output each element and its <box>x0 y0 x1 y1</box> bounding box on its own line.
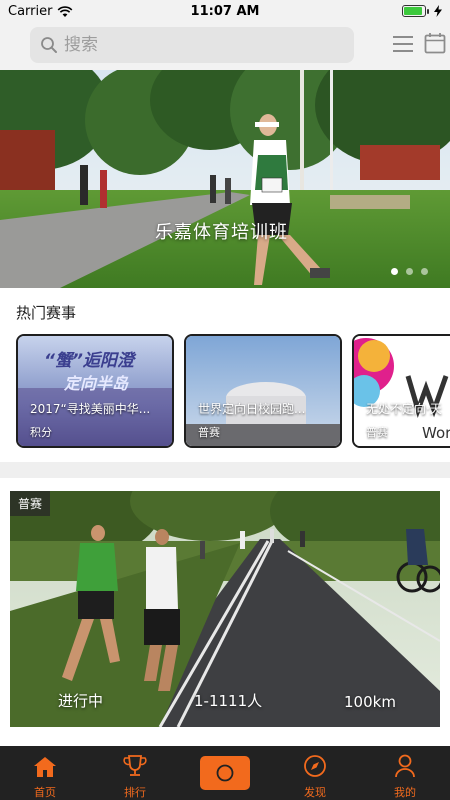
poster-wordmark: World <box>422 424 450 442</box>
poster-headline: “蟹”逅阳澄 <box>44 351 134 371</box>
search-icon <box>41 37 57 53</box>
carousel-dot[interactable] <box>406 268 413 275</box>
banner-image <box>0 70 450 288</box>
event-participants: 1-1111人 <box>194 692 263 710</box>
user-icon <box>395 754 415 778</box>
banner-carousel[interactable]: 乐嘉体育培训班 <box>0 70 450 288</box>
tab-label: 发现 <box>304 786 326 799</box>
bottom-tab-bar: 首页 排行 发现 我的 <box>0 746 450 800</box>
trophy-icon <box>123 755 147 776</box>
featured-event-card[interactable]: 普赛 进行中 1-1111人 100km <box>10 491 440 727</box>
status-bar: Carrier 11:07 AM <box>0 0 450 24</box>
calendar-icon[interactable] <box>424 32 446 54</box>
record-button[interactable] <box>200 756 250 790</box>
tab-profile[interactable]: 我的 <box>360 746 450 800</box>
event-tag: 普赛 <box>198 426 220 439</box>
battery-icon <box>402 5 429 17</box>
tab-home[interactable]: 首页 <box>0 746 90 800</box>
status-time: 11:07 AM <box>190 4 260 19</box>
tab-label: 我的 <box>394 786 416 799</box>
event-tag: 普赛 <box>366 426 388 439</box>
event-name: 2017“寻找美丽中华... <box>30 402 151 416</box>
record-button-icon <box>216 764 234 782</box>
tab-label: 首页 <box>34 786 56 799</box>
header <box>0 24 450 70</box>
featured-event-badge: 普赛 <box>10 491 51 516</box>
search-input[interactable] <box>64 35 324 55</box>
carousel-indicators <box>391 268 428 275</box>
event-card[interactable]: World 无处不定向·天 普赛 <box>352 334 450 448</box>
event-name: 世界定向日校园跑... <box>198 402 306 416</box>
hot-events-list: “蟹”逅阳澄 定向半岛 2017“寻找美丽中华... 积分 世界定向日校园跑..… <box>16 334 450 450</box>
tab-ranking[interactable]: 排行 <box>90 746 180 800</box>
home-icon <box>34 757 56 777</box>
carousel-dot[interactable] <box>391 268 398 275</box>
event-status: 进行中 <box>58 692 104 710</box>
tab-label: 排行 <box>124 786 146 799</box>
event-distance: 100km <box>344 693 396 711</box>
banner-title: 乐嘉体育培训班 <box>155 222 288 243</box>
compass-icon <box>304 755 326 777</box>
poster-headline-2: 定向半岛 <box>64 374 129 393</box>
search-bar[interactable] <box>30 27 354 63</box>
menu-icon[interactable] <box>392 34 414 54</box>
hot-events-title: 热门赛事 <box>16 304 77 322</box>
event-card[interactable]: 世界定向日校园跑... 普赛 <box>184 334 342 448</box>
tab-discover[interactable]: 发现 <box>270 746 360 800</box>
event-card[interactable]: “蟹”逅阳澄 定向半岛 2017“寻找美丽中华... 积分 <box>16 334 174 448</box>
charging-icon <box>434 5 442 17</box>
carousel-dot[interactable] <box>421 268 428 275</box>
event-name: 无处不定向·天 <box>366 402 442 416</box>
section-divider <box>0 462 450 478</box>
event-tag: 积分 <box>30 426 52 439</box>
